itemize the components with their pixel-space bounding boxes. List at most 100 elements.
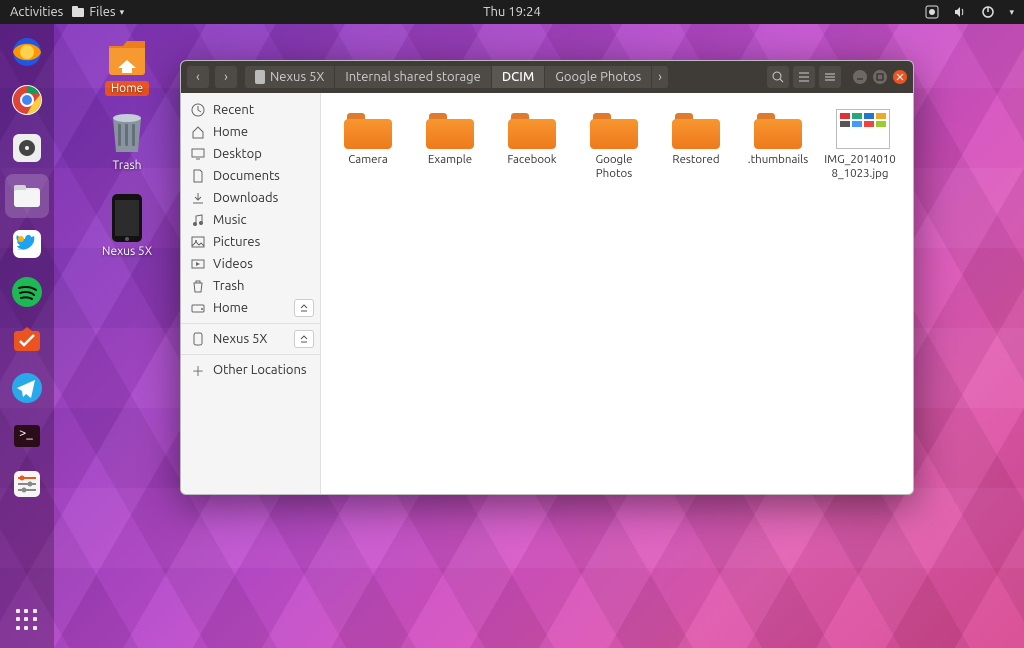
- crumb-dcim[interactable]: DCIM: [492, 66, 545, 88]
- file-item[interactable]: IMG_20140108_1023.jpg: [819, 105, 901, 186]
- files-icon: [71, 5, 85, 19]
- dock-chrome[interactable]: [5, 78, 49, 122]
- file-label: Google Photos: [577, 153, 651, 182]
- window-maximize-button[interactable]: [873, 70, 887, 84]
- nav-forward-button[interactable]: ›: [215, 66, 237, 88]
- downloads-icon: [191, 191, 205, 205]
- sidebar-item-label: Pictures: [213, 235, 260, 249]
- file-item[interactable]: Example: [409, 105, 491, 186]
- home-icon: [191, 125, 205, 139]
- dock-spotify[interactable]: [5, 270, 49, 314]
- folder-icon: [426, 109, 474, 149]
- sidebar-item-pictures[interactable]: Pictures: [181, 231, 320, 253]
- crumb-label: Google Photos: [555, 70, 641, 84]
- activities-button[interactable]: Activities: [10, 5, 63, 19]
- drive-icon: [191, 301, 205, 315]
- file-item[interactable]: Camera: [327, 105, 409, 186]
- dock-files[interactable]: [5, 174, 49, 218]
- file-item[interactable]: Google Photos: [573, 105, 655, 186]
- dock-ubuntu-software[interactable]: [5, 318, 49, 362]
- dock-terminal[interactable]: >_: [5, 414, 49, 458]
- nav-back-button[interactable]: ‹: [187, 66, 209, 88]
- dock: >_: [0, 24, 54, 648]
- pictures-icon: [191, 235, 205, 249]
- file-grid[interactable]: Camera Example Facebook Google Photos Restor…: [321, 93, 913, 494]
- file-item[interactable]: .thumbnails: [737, 105, 819, 186]
- clock-label: Thu 19:24: [483, 5, 541, 19]
- crumb-device[interactable]: Nexus 5X: [245, 66, 335, 88]
- dock-firefox[interactable]: [5, 30, 49, 74]
- eject-icon: [299, 303, 309, 313]
- screen-record-icon[interactable]: [925, 5, 939, 19]
- sidebar-item-desktop[interactable]: Desktop: [181, 143, 320, 165]
- activities-label: Activities: [10, 5, 63, 19]
- app-menu[interactable]: Files ▾: [71, 5, 124, 19]
- desktop-icon-nexus[interactable]: Nexus 5X: [90, 194, 164, 258]
- window-minimize-button[interactable]: [853, 70, 867, 84]
- view-list-button[interactable]: [793, 66, 815, 88]
- volume-icon[interactable]: [953, 5, 967, 19]
- sidebar-item-music[interactable]: Music: [181, 209, 320, 231]
- sidebar-item-label: Videos: [213, 257, 253, 271]
- maximize-icon: [876, 73, 884, 81]
- file-label: .thumbnails: [748, 153, 808, 167]
- sidebar-item-documents[interactable]: Documents: [181, 165, 320, 187]
- clock[interactable]: Thu 19:24: [483, 5, 541, 19]
- power-icon[interactable]: [981, 5, 995, 19]
- crumb-google-photos[interactable]: Google Photos: [545, 66, 652, 88]
- sidebar-item-home[interactable]: Home: [181, 121, 320, 143]
- sidebar-item-nexus-5x[interactable]: Nexus 5X: [181, 328, 320, 350]
- list-icon: [798, 71, 810, 83]
- file-item[interactable]: Restored: [655, 105, 737, 186]
- phone-icon: [191, 332, 205, 346]
- dock-telegram[interactable]: [5, 366, 49, 410]
- sidebar-item-label: Downloads: [213, 191, 278, 205]
- file-item[interactable]: Facebook: [491, 105, 573, 186]
- plus-icon: ＋: [191, 363, 205, 377]
- folder-icon: [672, 109, 720, 149]
- desktop-icon: [191, 147, 205, 161]
- show-applications[interactable]: [5, 598, 49, 642]
- sidebar-item-trash[interactable]: Trash: [181, 275, 320, 297]
- sidebar-item-label: Other Locations: [213, 363, 307, 377]
- sidebar-item-label: Music: [213, 213, 247, 227]
- dock-settings[interactable]: [5, 462, 49, 506]
- sidebar-item-videos[interactable]: Videos: [181, 253, 320, 275]
- eject-button[interactable]: [294, 299, 314, 317]
- crumb-label: Nexus 5X: [270, 70, 324, 84]
- dock-corebird[interactable]: [5, 222, 49, 266]
- file-label: Restored: [672, 153, 719, 167]
- desktop-icon-home[interactable]: Home: [90, 30, 164, 96]
- desktop-icon-label: Home: [105, 81, 149, 96]
- file-label: Camera: [348, 153, 388, 167]
- trash-icon: [105, 108, 149, 156]
- sidebar-other-locations[interactable]: ＋ Other Locations: [181, 359, 320, 381]
- file-label: Facebook: [507, 153, 556, 167]
- files-headerbar[interactable]: ‹ › Nexus 5X Internal shared storage DCI…: [181, 61, 913, 93]
- folder-icon: [344, 109, 392, 149]
- sidebar: RecentHomeDesktopDocumentsDownloadsMusic…: [181, 93, 321, 494]
- breadcrumb: Nexus 5X Internal shared storage DCIM Go…: [245, 66, 668, 88]
- folder-icon: [754, 109, 802, 149]
- hamburger-menu-button[interactable]: [819, 66, 841, 88]
- music-icon: [191, 213, 205, 227]
- window-close-button[interactable]: [893, 70, 907, 84]
- sidebar-item-downloads[interactable]: Downloads: [181, 187, 320, 209]
- crumb-overflow[interactable]: ›: [652, 66, 668, 88]
- dock-rhythmbox[interactable]: [5, 126, 49, 170]
- minimize-icon: [856, 73, 864, 81]
- close-icon: [896, 73, 904, 81]
- sidebar-item-recent[interactable]: Recent: [181, 99, 320, 121]
- sidebar-item-home[interactable]: Home: [181, 297, 320, 319]
- crumb-label: DCIM: [502, 70, 534, 84]
- desktop-icon-label: Trash: [112, 159, 141, 172]
- desktop-icon-label: Nexus 5X: [102, 245, 152, 258]
- sidebar-item-label: Documents: [213, 169, 280, 183]
- system-menu-chevron-icon[interactable]: ▾: [1009, 7, 1014, 18]
- documents-icon: [191, 169, 205, 183]
- desktop-icon-trash[interactable]: Trash: [90, 108, 164, 172]
- phone-icon: [255, 70, 265, 84]
- search-button[interactable]: [767, 66, 789, 88]
- eject-button[interactable]: [294, 330, 314, 348]
- crumb-storage[interactable]: Internal shared storage: [335, 66, 491, 88]
